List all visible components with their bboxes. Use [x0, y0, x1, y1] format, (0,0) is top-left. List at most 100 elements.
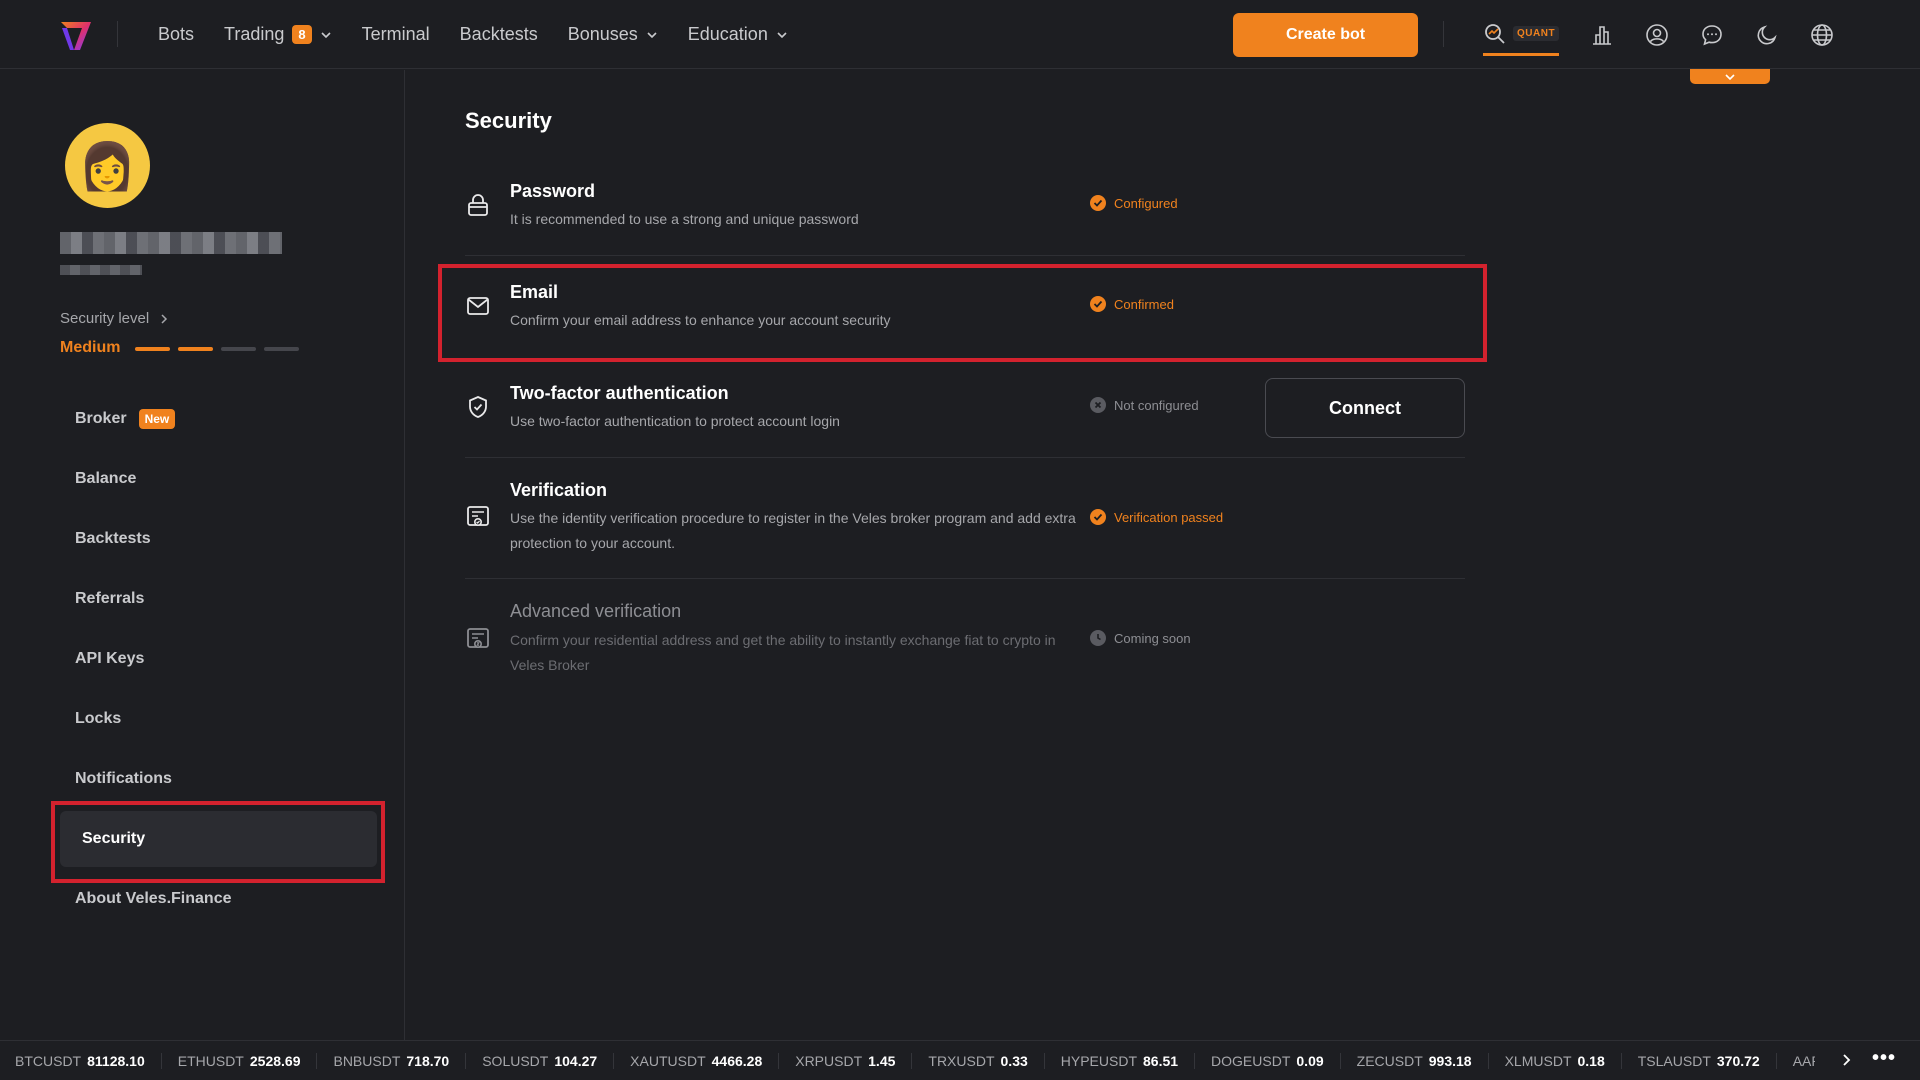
security-level-link[interactable]: Security level — [60, 310, 169, 327]
more-icon[interactable]: ••• — [1872, 1047, 1896, 1070]
security-row-2fa: Two-factor authentication Use two-factor… — [465, 378, 1465, 455]
ticker-list: BTCUSDT 81128.10 ETHUSDT 2528.69 BNBUSDT 71… — [0, 1052, 1905, 1069]
security-row-verification: Verification Use the identity verificati… — [465, 478, 1465, 578]
profile-icon[interactable] — [1645, 23, 1669, 47]
chevron-down-icon — [321, 31, 331, 38]
ticker-item[interactable]: XAUTUSDT 4466.28 — [630, 1052, 780, 1069]
sidebar-item-locks[interactable]: Locks — [53, 691, 377, 747]
ticker-price: 0.18 — [1577, 1052, 1605, 1069]
sidebar-item-api-keys[interactable]: API Keys — [53, 631, 377, 687]
ticker-price: 4466.28 — [711, 1052, 763, 1069]
ticker-item[interactable]: ETHUSDT 2528.69 — [177, 1052, 318, 1069]
sidebar-item-about[interactable]: About Veles.Finance — [53, 871, 377, 927]
sidebar-item-notifications[interactable]: Notifications — [53, 751, 377, 807]
meter-segment — [178, 347, 213, 351]
sidebar-item-broker[interactable]: Broker New — [53, 391, 377, 447]
ticker-item[interactable]: DOGEUSDT 0.09 — [1211, 1052, 1341, 1069]
shield-icon — [469, 396, 487, 418]
ticker-item[interactable]: TSLAUSDT 370.72 — [1637, 1052, 1777, 1069]
security-row-advanced-verification: Advanced verification Confirm your resid… — [465, 600, 1465, 700]
price-ticker: BTCUSDT 81128.10 ETHUSDT 2528.69 BNBUSDT 71… — [0, 1040, 1920, 1080]
sidebar-item-referrals[interactable]: Referrals — [53, 571, 377, 627]
ticker-item[interactable]: XLMUSDT 0.18 — [1504, 1052, 1622, 1069]
create-bot-button[interactable]: Create bot — [1233, 13, 1418, 57]
sidebar-item-label: Locks — [75, 710, 122, 727]
security-level-label: Security level — [60, 310, 150, 327]
sidebar-item-security[interactable]: Security — [60, 811, 377, 867]
sidebar-item-label: Referrals — [75, 590, 145, 607]
row-title: Two-factor authentication — [510, 383, 729, 403]
status-badge: Configured — [1090, 195, 1178, 211]
chevron-right-icon — [161, 313, 168, 324]
sidebar-item-label: Backtests — [75, 530, 151, 547]
ticker-item[interactable]: HYPEUSDT 86.51 — [1061, 1052, 1196, 1069]
row-description: Confirm your residential address and get… — [510, 632, 1056, 673]
ticker-item[interactable]: TRXUSDT 0.33 — [928, 1052, 1045, 1069]
divider — [1443, 21, 1444, 47]
ticker-symbol: SOLUSDT — [482, 1052, 549, 1069]
ticker-symbol: TSLAUSDT — [1637, 1052, 1711, 1069]
ticker-price: 1.45 — [868, 1052, 896, 1069]
ticker-symbol: TRXUSDT — [928, 1052, 995, 1069]
ticker-price: 0.33 — [1000, 1052, 1028, 1069]
ticker-price: 0.09 — [1296, 1052, 1324, 1069]
row-description: It is recommended to use a strong and un… — [510, 211, 859, 227]
bar-chart-icon[interactable] — [1590, 23, 1614, 47]
collapse-toggle[interactable] — [1690, 69, 1770, 84]
sidebar-item-label: About Veles.Finance — [75, 890, 232, 907]
nav-label: Bots — [158, 24, 195, 44]
check-circle-icon — [1090, 509, 1106, 525]
sidebar-item-balance[interactable]: Balance — [53, 451, 377, 507]
divider — [117, 21, 118, 47]
x-circle-icon — [1090, 397, 1106, 413]
ticker-item[interactable]: BTCUSDT 81128.10 — [15, 1052, 162, 1069]
profile-sidebar: 👩 Security level Medium Broker New Balan… — [0, 70, 405, 1040]
ticker-item[interactable]: XRPUSDT 1.45 — [795, 1052, 913, 1069]
ticker-price: 86.51 — [1143, 1052, 1179, 1069]
user-id-redacted — [60, 265, 142, 275]
sidebar-item-label: Broker — [75, 410, 127, 427]
row-title: Email — [510, 282, 559, 302]
nav-education[interactable]: Education — [688, 24, 788, 45]
username-redacted — [60, 232, 282, 254]
check-circle-icon — [1090, 195, 1106, 211]
quant-tab[interactable]: QUANT — [1483, 18, 1560, 56]
ticker-item[interactable]: SOLUSDT 104.27 — [482, 1052, 615, 1069]
nav-bonuses[interactable]: Bonuses — [568, 24, 658, 45]
new-badge: New — [138, 409, 176, 429]
ticker-price: 2528.69 — [249, 1052, 301, 1069]
avatar[interactable]: 👩 — [65, 123, 150, 208]
main-nav: Bots Trading 8 Terminal Backtests Bonuse… — [158, 0, 788, 69]
nav-terminal[interactable]: Terminal — [362, 24, 430, 45]
nav-bots[interactable]: Bots — [158, 24, 194, 45]
ticker-item[interactable]: ZECUSDT 993.18 — [1357, 1052, 1489, 1069]
row-title: Advanced verification — [510, 601, 682, 621]
status-text: Confirmed — [1114, 296, 1174, 312]
ticker-item[interactable]: BNBUSDT 718.70 — [333, 1052, 467, 1069]
security-level-value: Medium — [60, 339, 121, 356]
globe-icon[interactable] — [1810, 23, 1834, 47]
meter-segment — [221, 347, 256, 351]
ticker-symbol: XLMUSDT — [1504, 1052, 1572, 1069]
sidebar-item-backtests[interactable]: Backtests — [53, 511, 377, 567]
chat-icon[interactable] — [1700, 23, 1724, 47]
status-text: Coming soon — [1114, 630, 1191, 646]
mail-icon — [467, 297, 489, 315]
divider — [465, 578, 1465, 579]
lock-icon — [468, 194, 488, 216]
nav-label: Backtests — [459, 24, 538, 44]
moon-icon[interactable] — [1755, 23, 1779, 47]
ticker-price: 993.18 — [1428, 1052, 1472, 1069]
page-title: Security — [465, 108, 552, 133]
veles-logo-icon[interactable] — [58, 17, 94, 53]
nav-backtests[interactable]: Backtests — [460, 24, 538, 45]
quant-search-icon — [1485, 23, 1505, 44]
ticker-symbol: ETHUSDT — [177, 1052, 244, 1069]
chevron-right-icon[interactable] — [1840, 1053, 1854, 1067]
status-badge: Coming soon — [1090, 630, 1191, 646]
connect-2fa-button[interactable]: Connect — [1265, 378, 1465, 438]
nav-trading[interactable]: Trading 8 — [224, 24, 332, 45]
status-text: Configured — [1114, 195, 1178, 211]
ticker-price: 104.27 — [554, 1052, 598, 1069]
count-badge: 8 — [292, 25, 312, 44]
